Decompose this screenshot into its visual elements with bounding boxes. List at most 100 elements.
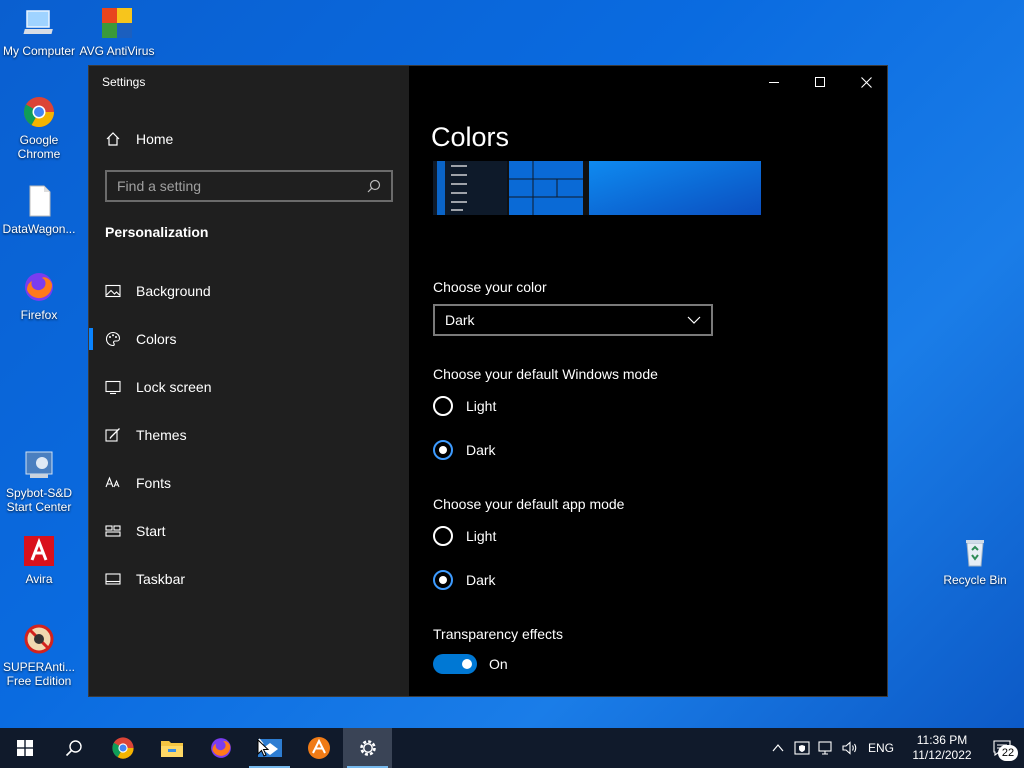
- chrome-icon: [111, 737, 134, 759]
- radio-circle[interactable]: [433, 570, 453, 590]
- chrome-icon: [22, 95, 56, 129]
- windows-mode-label: Choose your default Windows mode: [433, 366, 658, 382]
- transparency-toggle-row: On: [433, 654, 508, 674]
- app-mode-light-radio[interactable]: Light: [433, 526, 496, 546]
- sidebar-item-colors[interactable]: Colors: [89, 324, 395, 354]
- desktop-icon-label: Spybot-S&D Start Center: [5, 486, 73, 514]
- taskbar-app[interactable]: [245, 728, 294, 768]
- desktop-icon-label: My Computer: [2, 44, 76, 58]
- firefox-icon: [22, 270, 56, 304]
- superantispyware-icon: [22, 622, 56, 656]
- tray-volume-button[interactable]: [838, 728, 862, 768]
- minimize-icon: [769, 82, 779, 83]
- windows-logo-icon: [16, 740, 33, 756]
- sidebar-item-themes[interactable]: Themes: [105, 420, 395, 450]
- security-shield-icon: [794, 741, 810, 755]
- desktop-icon-label: AVG AntiVirus FREE: [79, 44, 155, 58]
- action-center-button[interactable]: 22: [980, 728, 1024, 768]
- language-indicator[interactable]: ENG: [862, 741, 904, 755]
- spybot-icon: [22, 448, 56, 482]
- clock-date: 11/12/2022: [912, 748, 972, 762]
- desktop-icon-firefox[interactable]: Firefox: [0, 270, 78, 322]
- radio-label: Dark: [466, 572, 496, 588]
- file-icon: [22, 184, 56, 218]
- section-title: Personalization: [105, 224, 209, 240]
- desktop-icon-datawagon[interactable]: DataWagon...: [0, 184, 78, 236]
- lock-screen-icon: [105, 380, 121, 395]
- image-icon: [105, 284, 121, 298]
- desktop-icon-chrome[interactable]: Google Chrome: [0, 95, 78, 161]
- file-explorer-icon: [160, 741, 183, 757]
- maximize-button[interactable]: [797, 66, 843, 98]
- radio-circle[interactable]: [433, 526, 453, 546]
- avg-antivirus-icon: [100, 6, 134, 40]
- taskbar-chrome[interactable]: [98, 728, 147, 768]
- close-button[interactable]: [843, 66, 889, 98]
- radio-circle[interactable]: [433, 396, 453, 416]
- search-button[interactable]: [49, 728, 98, 768]
- start-button[interactable]: [0, 728, 49, 768]
- sidebar-item-fonts[interactable]: Fonts: [105, 468, 395, 498]
- notification-count-badge: 22: [998, 745, 1018, 761]
- desktop-icon-avg[interactable]: AVG AntiVirus FREE: [78, 6, 156, 58]
- sidebar-item-label: Background: [136, 283, 211, 299]
- search-box[interactable]: [105, 170, 393, 202]
- toggle-state: On: [489, 656, 508, 672]
- tray-network-button[interactable]: [814, 728, 838, 768]
- tray-security-button[interactable]: [790, 728, 814, 768]
- taskbar-file-explorer[interactable]: [147, 728, 196, 768]
- sidebar-item-label: Fonts: [136, 475, 172, 491]
- search-icon[interactable]: [367, 179, 381, 193]
- desktop-icon-label: Google Chrome: [17, 133, 61, 161]
- sidebar-item-background[interactable]: Background: [105, 276, 395, 306]
- radio-label: Dark: [466, 442, 496, 458]
- transparency-toggle[interactable]: [433, 654, 477, 674]
- sidebar-item-start[interactable]: Start: [105, 516, 395, 546]
- windows-mode-light-radio[interactable]: Light: [433, 396, 496, 416]
- app-mode-dark-radio[interactable]: Dark: [433, 570, 496, 590]
- sidebar-item-home[interactable]: Home: [105, 126, 385, 152]
- desktop-icon-label: Avira: [25, 572, 53, 586]
- taskbar-firefox[interactable]: [196, 728, 245, 768]
- desktop-icon-my-computer[interactable]: My Computer: [0, 6, 78, 58]
- taskbar-settings[interactable]: [343, 728, 392, 768]
- sidebar-item-label: Taskbar: [136, 571, 186, 587]
- recycle-bin-icon: [958, 535, 992, 569]
- sidebar-item-lock-screen[interactable]: Lock screen: [105, 372, 395, 402]
- theme-preview-image: [433, 161, 761, 215]
- computer-icon: [22, 6, 56, 40]
- desktop-icon-label: Recycle Bin: [943, 573, 1007, 587]
- desktop-icon-superantispyware[interactable]: SUPERAnti... Free Edition: [0, 622, 78, 688]
- speaker-icon: [842, 741, 857, 755]
- chevron-up-icon: [772, 744, 784, 752]
- desktop-icon-avira[interactable]: Avira: [0, 534, 78, 586]
- mouse-cursor-icon: [257, 739, 269, 757]
- clock-time: 11:36 PM: [916, 733, 968, 747]
- desktop-icon-spybot[interactable]: Spybot-S&D Start Center: [0, 448, 78, 514]
- avast-icon: [307, 737, 330, 759]
- desktop-icon-label: DataWagon...: [2, 222, 76, 236]
- taskbar-icon: [105, 573, 121, 585]
- search-input[interactable]: [117, 178, 367, 194]
- sidebar-item-taskbar[interactable]: Taskbar: [105, 564, 395, 594]
- minimize-button[interactable]: [751, 66, 797, 98]
- windows-mode-dark-radio[interactable]: Dark: [433, 440, 496, 460]
- taskbar: ENG 11:36 PM 11/12/2022 22: [0, 728, 1024, 768]
- radio-label: Light: [466, 398, 497, 414]
- taskbar-clock[interactable]: 11:36 PM 11/12/2022: [904, 733, 980, 763]
- color-mode-dropdown[interactable]: Dark: [433, 304, 713, 336]
- sidebar-item-label: Home: [136, 131, 174, 147]
- sidebar-item-label: Start: [136, 523, 166, 539]
- network-icon: [818, 741, 832, 755]
- tray-overflow-button[interactable]: [766, 728, 790, 768]
- color-preview: [433, 161, 761, 215]
- radio-circle[interactable]: [433, 440, 453, 460]
- desktop-icon-recycle-bin[interactable]: Recycle Bin: [936, 535, 1014, 587]
- desktop-icon-label: Firefox: [20, 308, 58, 322]
- window-title: Settings: [102, 75, 146, 89]
- dropdown-value: Dark: [445, 312, 475, 328]
- taskbar-avast[interactable]: [294, 728, 343, 768]
- chevron-down-icon: [687, 316, 701, 324]
- sidebar-item-label: Themes: [136, 427, 187, 443]
- maximize-icon: [815, 77, 825, 87]
